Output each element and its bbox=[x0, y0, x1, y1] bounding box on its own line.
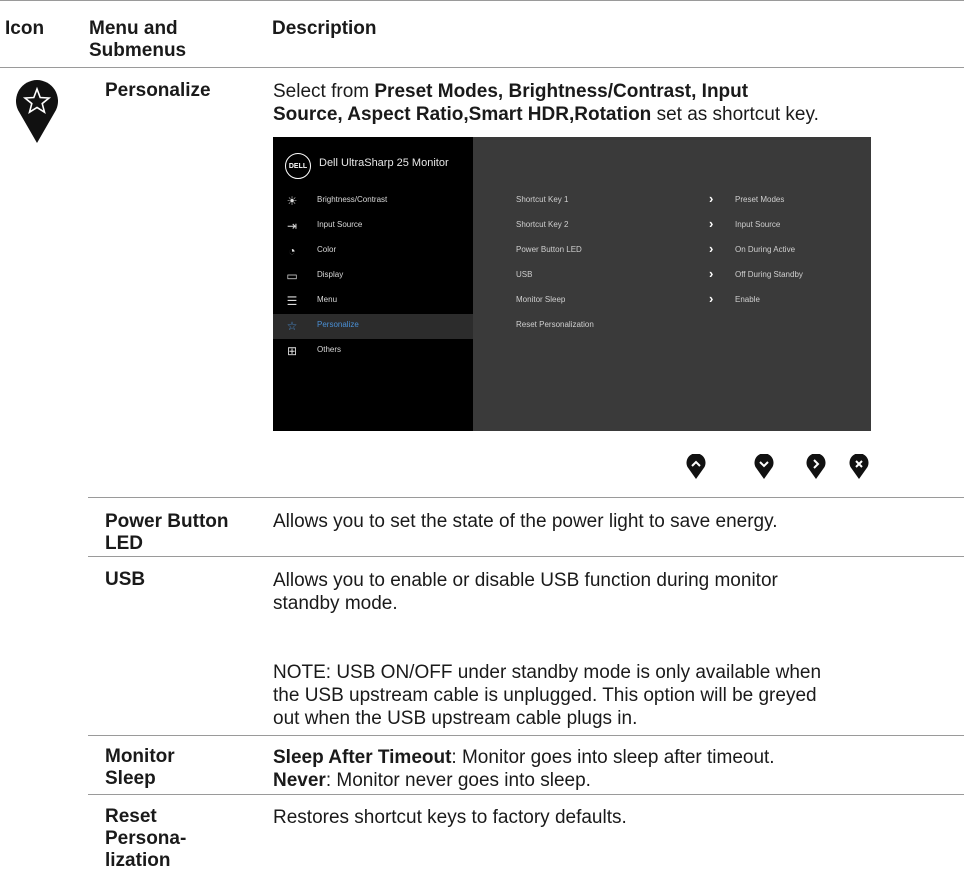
usb-note: NOTE: USB ON/OFF under standby mode is o… bbox=[273, 662, 822, 729]
header-menu-line1: Menu and bbox=[89, 18, 178, 39]
menu-icon: ☰ bbox=[286, 294, 298, 308]
chevron-right-icon: › bbox=[709, 291, 714, 306]
personalize-label: Personalize bbox=[105, 80, 211, 101]
osd-menu-item-color[interactable]: ◔ Color bbox=[273, 239, 473, 264]
header-description: Description bbox=[272, 18, 377, 39]
display-icon: ▭ bbox=[286, 269, 298, 283]
personalize-description: Select from Preset Modes, Brightness/Con… bbox=[273, 81, 819, 125]
brightness-icon: ☀ bbox=[286, 194, 298, 208]
osd-menu-item-display[interactable]: ▭ Display bbox=[273, 264, 473, 289]
top-rule bbox=[0, 0, 964, 1]
header-icon: Icon bbox=[5, 18, 45, 39]
chevron-right-icon: › bbox=[709, 241, 714, 256]
osd-option-monitor-sleep[interactable]: Monitor Sleep › Enable bbox=[516, 289, 866, 314]
usb-description: Allows you to enable or disable USB func… bbox=[273, 570, 778, 614]
power-led-description: Allows you to set the state of the power… bbox=[273, 511, 778, 532]
personalize-pin-icon bbox=[16, 80, 58, 143]
power-led-label: Power Button LED bbox=[105, 511, 229, 554]
monitor-sleep-label: Monitor Sleep bbox=[105, 746, 175, 789]
row-rule-power-led bbox=[88, 497, 964, 498]
reset-personalization-description: Restores shortcut keys to factory defaul… bbox=[273, 807, 627, 828]
osd-option-shortcut-key-1[interactable]: Shortcut Key 1 › Preset Modes bbox=[516, 189, 866, 214]
chevron-right-icon: › bbox=[709, 191, 714, 206]
osd-option-reset-personalization[interactable]: Reset Personalization bbox=[516, 314, 866, 339]
chevron-right-icon: › bbox=[709, 266, 714, 281]
star-icon: ☆ bbox=[286, 319, 298, 333]
row-rule-reset bbox=[88, 794, 964, 795]
dell-logo: DELL bbox=[285, 153, 311, 179]
down-button-icon[interactable] bbox=[754, 454, 774, 480]
osd-menu-screenshot: DELL Dell UltraSharp 25 Monitor ☀ Bright… bbox=[273, 137, 871, 431]
osd-option-shortcut-key-2[interactable]: Shortcut Key 2 › Input Source bbox=[516, 214, 866, 239]
header-rule bbox=[0, 67, 964, 68]
row-rule-usb bbox=[88, 556, 964, 557]
osd-option-usb[interactable]: USB › Off During Standby bbox=[516, 264, 866, 289]
right-button-icon[interactable] bbox=[806, 454, 826, 480]
close-button-icon[interactable] bbox=[849, 454, 869, 480]
monitor-sleep-description: Sleep After Timeout: Monitor goes into s… bbox=[273, 747, 775, 791]
osd-option-power-button-led[interactable]: Power Button LED › On During Active bbox=[516, 239, 866, 264]
row-rule-monitor-sleep bbox=[88, 735, 964, 736]
others-icon: ⊞ bbox=[286, 344, 298, 358]
osd-menu-item-brightness[interactable]: ☀ Brightness/Contrast bbox=[273, 189, 473, 214]
osd-menu-item-input-source[interactable]: ⇥ Input Source bbox=[273, 214, 473, 239]
usb-label: USB bbox=[105, 569, 146, 590]
osd-main-menu: DELL Dell UltraSharp 25 Monitor ☀ Bright… bbox=[273, 137, 473, 431]
up-button-icon[interactable] bbox=[686, 454, 706, 480]
color-icon: ◔ bbox=[288, 244, 296, 258]
reset-personalization-label: Reset Persona- lization bbox=[105, 806, 187, 871]
osd-menu-item-menu[interactable]: ☰ Menu bbox=[273, 289, 473, 314]
osd-menu-item-personalize[interactable]: ☆ Personalize bbox=[273, 314, 473, 339]
header-menu-line2: Submenus bbox=[89, 40, 187, 61]
osd-title: Dell UltraSharp 25 Monitor bbox=[319, 157, 449, 169]
input-source-icon: ⇥ bbox=[286, 219, 298, 233]
osd-menu-item-others[interactable]: ⊞ Others bbox=[273, 339, 473, 364]
chevron-right-icon: › bbox=[709, 216, 714, 231]
